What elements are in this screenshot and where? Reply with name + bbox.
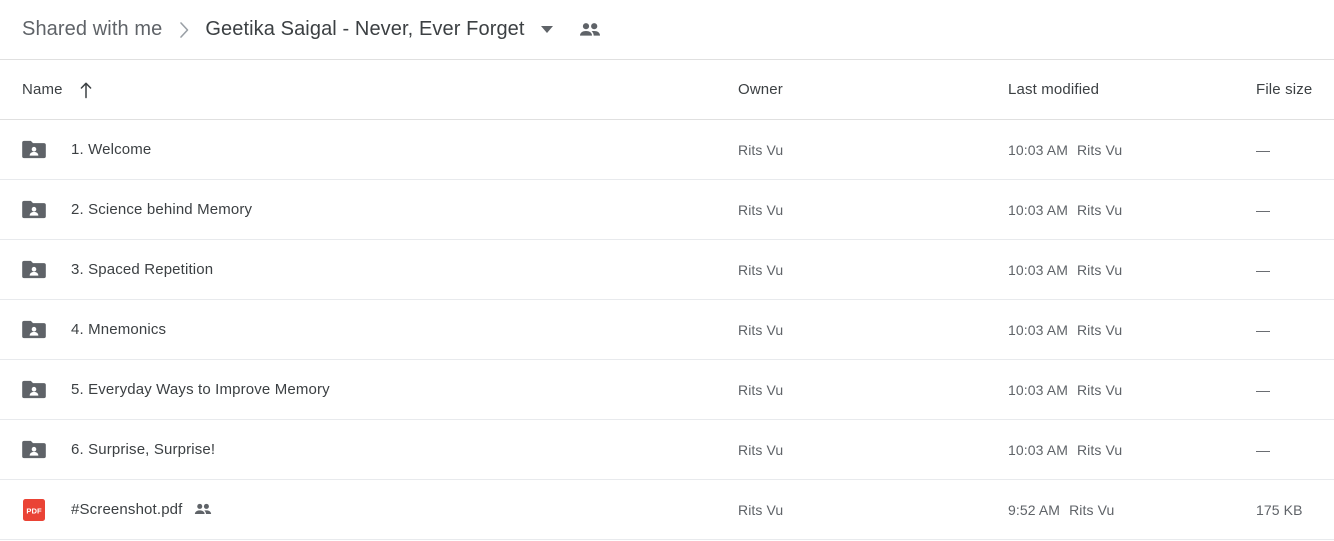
shared-folder-icon <box>22 138 46 162</box>
file-name-label: 5. Everyday Ways to Improve Memory <box>71 381 330 398</box>
modified-time: 10:03 AM <box>1008 261 1068 278</box>
modified-time: 10:03 AM <box>1008 441 1068 458</box>
modified-by: Rits Vu <box>1076 261 1123 278</box>
modified-by: Rits Vu <box>1069 501 1115 518</box>
modified-by: Rits Vu <box>1076 381 1123 398</box>
table-row[interactable]: 2. Science behind Memory Rits Vu 10:03 AM R… <box>0 180 1334 240</box>
modified-time: 10:03 AM <box>1008 201 1068 218</box>
file-size-cell: — <box>1256 321 1271 338</box>
modified-by: Rits Vu <box>1076 441 1123 458</box>
file-size-cell: — <box>1256 261 1271 278</box>
row-name-cell[interactable]: 2. Science behind Memory <box>0 198 738 222</box>
row-name-cell[interactable]: PDF #Screenshot.pdf <box>0 498 738 522</box>
file-name-label: #Screenshot.pdf <box>71 501 183 518</box>
last-modified-cell: 10:03 AM Rits Vu <box>1008 322 1256 338</box>
row-name-cell[interactable]: 5. Everyday Ways to Improve Memory <box>0 378 738 402</box>
column-header-file-size[interactable]: File size <box>1256 81 1334 98</box>
row-name-cell[interactable]: 6. Surprise, Surprise! <box>0 438 738 462</box>
modified-time: 9:52 AM <box>1008 501 1061 518</box>
file-size-cell: 175 KB <box>1256 501 1303 518</box>
modified-by: Rits Vu <box>1076 321 1123 338</box>
owner-cell: Rits Vu <box>738 141 784 158</box>
shared-folder-icon <box>22 378 46 402</box>
arrow-up-icon[interactable] <box>79 81 93 99</box>
row-name-cell[interactable]: 4. Mnemonics <box>0 318 738 342</box>
shared-folder-icon <box>22 198 46 222</box>
file-size-cell: — <box>1256 201 1271 218</box>
table-row[interactable]: 5. Everyday Ways to Improve Memory Rits V… <box>0 360 1334 420</box>
modified-by: Rits Vu <box>1076 141 1123 158</box>
file-name-label: 6. Surprise, Surprise! <box>71 441 216 458</box>
file-name-label: 2. Science behind Memory <box>71 201 253 218</box>
modified-time: 10:03 AM <box>1008 381 1068 398</box>
owner-cell: Rits Vu <box>738 441 784 458</box>
row-name-cell[interactable]: 3. Spaced Repetition <box>0 258 738 282</box>
last-modified-cell: 10:03 AM Rits Vu <box>1008 262 1256 278</box>
breadcrumb-bar: Shared with me Geetika Saigal - Never, E… <box>0 0 1334 60</box>
modified-time: 10:03 AM <box>1008 141 1068 158</box>
file-name-label: 3. Spaced Repetition <box>71 261 214 278</box>
file-size-cell: — <box>1256 381 1271 398</box>
owner-cell: Rits Vu <box>738 321 784 338</box>
pdf-file-icon: PDF <box>22 498 46 522</box>
file-size-cell: — <box>1256 141 1271 158</box>
breadcrumb-current-folder[interactable]: Geetika Saigal - Never, Ever Forget <box>205 18 524 41</box>
table-body: 1. Welcome Rits Vu 10:03 AM Rits Vu —2. Scie… <box>0 120 1334 540</box>
column-header-owner[interactable]: Owner <box>738 81 1008 98</box>
shared-folder-icon <box>22 318 46 342</box>
column-header-name[interactable]: Name <box>0 81 738 99</box>
row-name-cell[interactable]: 1. Welcome <box>0 138 738 162</box>
people-shared-icon[interactable] <box>579 22 601 38</box>
shared-folder-icon <box>22 438 46 462</box>
shared-folder-icon <box>22 258 46 282</box>
owner-cell: Rits Vu <box>738 201 784 218</box>
table-row[interactable]: 6. Surprise, Surprise! Rits Vu 10:03 AM Rit… <box>0 420 1334 480</box>
table-row[interactable]: 4. Mnemonics Rits Vu 10:03 AM Rits Vu — <box>0 300 1334 360</box>
owner-cell: Rits Vu <box>738 261 784 278</box>
table-header-row: Name Owner Last modified File size <box>0 60 1334 120</box>
table-row[interactable]: PDF #Screenshot.pdf Rits Vu 9:52 AM Rits Vu 1… <box>0 480 1334 540</box>
last-modified-cell: 10:03 AM Rits Vu <box>1008 202 1256 218</box>
column-header-last-modified[interactable]: Last modified <box>1008 81 1256 98</box>
people-shared-icon <box>194 503 212 516</box>
last-modified-cell: 10:03 AM Rits Vu <box>1008 142 1256 158</box>
svg-text:PDF: PDF <box>26 506 42 515</box>
column-header-name-label: Name <box>22 81 63 98</box>
table-row[interactable]: 3. Spaced Repetition Rits Vu 10:03 AM Rits … <box>0 240 1334 300</box>
modified-time: 10:03 AM <box>1008 321 1068 338</box>
last-modified-cell: 9:52 AM Rits Vu <box>1008 502 1256 518</box>
caret-down-icon[interactable] <box>540 26 553 33</box>
modified-by: Rits Vu <box>1076 201 1123 218</box>
owner-cell: Rits Vu <box>738 501 784 518</box>
file-name-label: 1. Welcome <box>71 141 152 158</box>
last-modified-cell: 10:03 AM Rits Vu <box>1008 382 1256 398</box>
chevron-right-icon <box>178 20 191 40</box>
table-row[interactable]: 1. Welcome Rits Vu 10:03 AM Rits Vu — <box>0 120 1334 180</box>
breadcrumb-root-link[interactable]: Shared with me <box>22 18 162 41</box>
owner-cell: Rits Vu <box>738 381 784 398</box>
file-name-label: 4. Mnemonics <box>71 321 167 338</box>
last-modified-cell: 10:03 AM Rits Vu <box>1008 442 1256 458</box>
file-list-table: Name Owner Last modified File size 1. We… <box>0 60 1334 540</box>
file-size-cell: — <box>1256 441 1271 458</box>
